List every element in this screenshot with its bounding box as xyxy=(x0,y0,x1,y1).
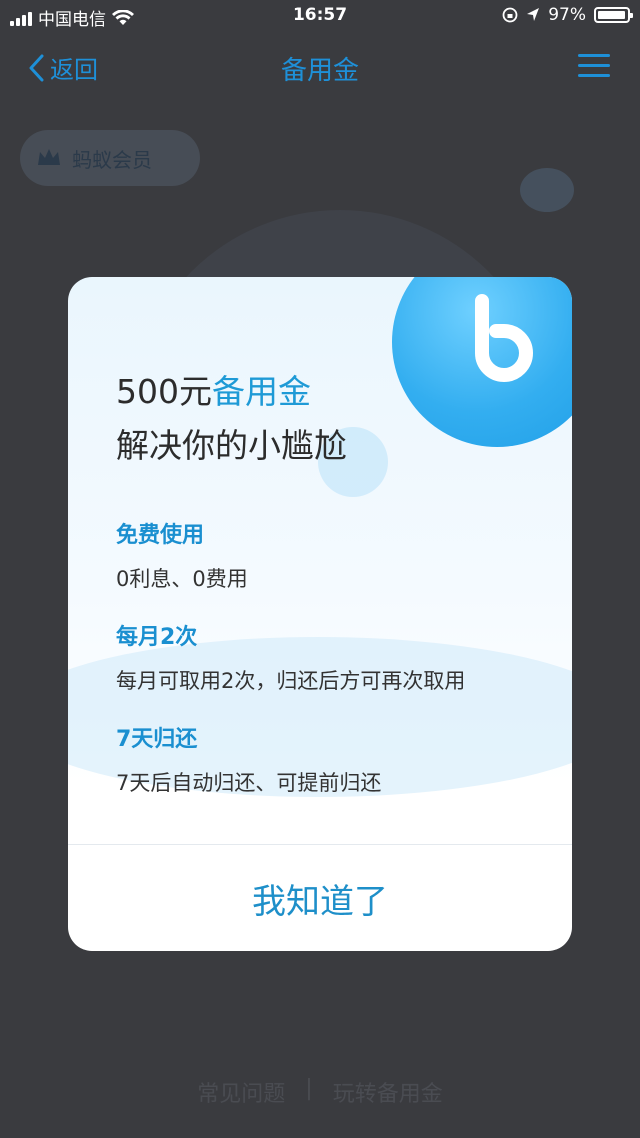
brand-logo-icon xyxy=(475,294,533,382)
headline-amount: 500元 xyxy=(116,372,212,411)
battery-percent: 97% xyxy=(548,5,586,25)
modal-headline: 500元备用金 解决你的小尴尬 xyxy=(116,365,347,473)
guide-link[interactable]: 玩转备用金 xyxy=(333,1076,443,1108)
status-right: 97% xyxy=(502,5,633,25)
menu-button[interactable] xyxy=(578,54,610,78)
member-badge-label: 蚂蚁会员 xyxy=(72,147,152,172)
feature-title: 免费使用 xyxy=(116,523,205,548)
headline-line-1: 500元备用金 xyxy=(116,365,347,419)
link-separator: | xyxy=(305,1076,313,1101)
screen-lock-icon xyxy=(502,7,518,23)
feature-title: 每月2次 xyxy=(116,625,198,650)
faq-link[interactable]: 常见问题 xyxy=(197,1076,285,1108)
feature-desc: 每月可取用2次，归还后方可再次取用 xyxy=(116,669,466,693)
feature-free: 免费使用 0利息、0费用 xyxy=(116,517,248,593)
background-blob xyxy=(520,168,574,212)
feature-return: 7天归还 7天后自动归还、可提前归还 xyxy=(116,721,381,797)
feature-desc: 7天后自动归还、可提前归还 xyxy=(116,771,382,795)
battery-icon xyxy=(594,7,633,23)
feature-monthly: 每月2次 每月可取用2次，归还后方可再次取用 xyxy=(116,619,465,695)
confirm-button[interactable]: 我知道了 xyxy=(68,845,572,951)
info-modal: 500元备用金 解决你的小尴尬 免费使用 0利息、0费用 每月2次 每月可取用2… xyxy=(68,277,572,951)
status-bar: 中国电信 16:57 97% xyxy=(0,0,640,34)
feature-title: 7天归还 xyxy=(116,727,198,752)
crown-icon xyxy=(38,149,60,165)
member-badge[interactable]: 蚂蚁会员 xyxy=(20,130,200,186)
headline-product: 备用金 xyxy=(212,372,311,411)
location-icon xyxy=(527,8,540,21)
nav-bar: 返回 备用金 xyxy=(0,34,640,98)
bottom-links: 常见问题 | 玩转备用金 xyxy=(0,1076,640,1108)
headline-line-2: 解决你的小尴尬 xyxy=(116,426,347,465)
feature-desc: 0利息、0费用 xyxy=(116,567,248,591)
page-title: 备用金 xyxy=(280,56,359,86)
